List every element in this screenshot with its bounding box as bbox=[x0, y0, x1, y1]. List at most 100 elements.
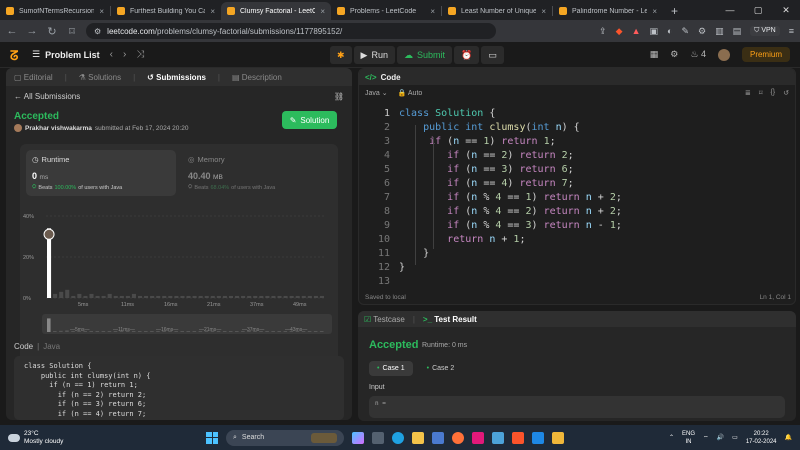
taskbar-search[interactable]: ⌕ Search bbox=[226, 429, 344, 446]
tab-close-icon[interactable]: × bbox=[652, 7, 657, 16]
tab-test-result[interactable]: >_ Test Result bbox=[423, 315, 477, 324]
share-icon[interactable]: ⇪ bbox=[599, 26, 607, 37]
solution-button[interactable]: ✎ Solution bbox=[282, 111, 337, 129]
url-field[interactable]: ⚙ leetcode.com/problems/clumsy-factorial… bbox=[86, 23, 496, 39]
wallet-icon[interactable]: ▤ bbox=[733, 26, 742, 37]
tab-submissions[interactable]: ↺ Submissions bbox=[147, 73, 206, 82]
tab-close-icon[interactable]: × bbox=[541, 7, 546, 16]
code-preview[interactable]: class Solution { public int clumsy(int n… bbox=[14, 356, 344, 420]
new-tab-button[interactable]: + bbox=[663, 4, 686, 20]
maximize-icon[interactable]: ▢ bbox=[744, 5, 772, 16]
streak-counter[interactable]: ♨ 4 bbox=[690, 49, 706, 60]
file-explorer-icon[interactable] bbox=[412, 431, 424, 444]
back-icon[interactable]: ← bbox=[6, 25, 18, 37]
notepad-icon[interactable] bbox=[492, 431, 504, 444]
code-line[interactable]: 2 public int clumsy(int n) { bbox=[359, 121, 795, 135]
layout-icon[interactable]: ▦ bbox=[650, 49, 659, 60]
extension-icon-2[interactable]: ◐ bbox=[667, 26, 672, 36]
tab-close-icon[interactable]: × bbox=[320, 7, 325, 16]
clock[interactable]: 20:22 17-02-2024 bbox=[746, 430, 777, 446]
weather-widget[interactable]: 23°C Mostly cloudy bbox=[8, 430, 63, 446]
tab-description[interactable]: ▤ Description bbox=[232, 73, 282, 82]
leetcode-logo-icon[interactable]: ᘔ bbox=[10, 48, 22, 63]
tab-solutions[interactable]: ⚗ Solutions bbox=[79, 73, 121, 82]
runtime-card[interactable]: ◷ Runtime 0 ms ⛭ Beats 100.00% of users wi… bbox=[26, 150, 176, 196]
store-icon[interactable] bbox=[432, 431, 444, 444]
code-line[interactable]: 4 if (n == 2) return 2; bbox=[359, 149, 795, 163]
minimize-icon[interactable]: — bbox=[716, 5, 744, 15]
tab-close-icon[interactable]: × bbox=[210, 7, 215, 16]
case-1-button[interactable]: • Case 1 bbox=[369, 361, 413, 376]
problem-list-button[interactable]: ☰ Problem List bbox=[32, 49, 100, 60]
run-button[interactable]: ▶ Run bbox=[353, 46, 395, 64]
notes-icon[interactable]: ▭ bbox=[481, 46, 504, 64]
browser-tab[interactable]: SumofNTermsRecursionJava × bbox=[0, 2, 110, 20]
volume-icon[interactable]: 🔊 bbox=[717, 434, 724, 441]
intellij-icon[interactable] bbox=[472, 431, 484, 444]
windows-start-icon[interactable] bbox=[206, 431, 218, 444]
tab-testcase[interactable]: ☑ Testcase bbox=[364, 315, 405, 324]
code-line[interactable]: 11 } bbox=[359, 247, 795, 261]
code-line[interactable]: 5 if (n == 3) return 6; bbox=[359, 163, 795, 177]
case-2-button[interactable]: • Case 2 bbox=[419, 361, 463, 376]
extension-icon-4[interactable]: ⚙ bbox=[698, 26, 706, 37]
browser-tab[interactable]: Clumsy Factorial - LeetCode × bbox=[221, 2, 331, 20]
tab-close-icon[interactable]: × bbox=[99, 7, 104, 16]
wifi-icon[interactable]: ⌔ bbox=[703, 434, 709, 442]
browser-tab[interactable]: Problems - LeetCode × bbox=[331, 2, 441, 20]
code-line[interactable]: 3 if (n == 1) return 1; bbox=[359, 135, 795, 149]
runtime-distribution-chart[interactable]: 40% 20% 0% 5ms 11ms 16ms 21ms 37ms 49ms —5ms— —11m… bbox=[20, 202, 338, 362]
code-line[interactable]: 1 class Solution { bbox=[359, 107, 795, 121]
bookmark-icon[interactable]: ⌑ bbox=[66, 25, 78, 38]
extension-icon-1[interactable]: ▣ bbox=[650, 26, 659, 37]
vpn-button[interactable]: ⛉ VPN bbox=[750, 26, 780, 36]
menu-icon[interactable]: ≡ bbox=[789, 26, 794, 36]
brave-icon[interactable] bbox=[512, 431, 524, 444]
timer-icon[interactable]: ⏰ bbox=[454, 46, 480, 64]
code-line[interactable]: 10 return n + 1; bbox=[359, 233, 795, 247]
folder-icon[interactable] bbox=[552, 431, 564, 444]
next-problem-icon[interactable]: › bbox=[123, 49, 126, 60]
avatar[interactable] bbox=[717, 48, 730, 61]
brave-shield-icon[interactable]: ◆ bbox=[616, 26, 623, 37]
vscode-icon[interactable] bbox=[532, 431, 544, 444]
format-icon[interactable]: ≣ bbox=[745, 89, 751, 97]
battery-icon[interactable]: ▭ bbox=[732, 434, 738, 441]
firefox-icon[interactable] bbox=[452, 431, 464, 444]
forward-icon[interactable]: → bbox=[26, 25, 38, 37]
tray-chevron-icon[interactable]: ⌃ bbox=[669, 434, 674, 441]
extension-icon-3[interactable]: ✎ bbox=[681, 26, 689, 37]
sidebar-icon[interactable]: ▥ bbox=[715, 26, 724, 37]
reset-icon[interactable]: ↺ bbox=[783, 89, 789, 97]
prev-problem-icon[interactable]: ‹ bbox=[110, 49, 113, 60]
code-line[interactable]: 12} bbox=[359, 261, 795, 275]
settings-icon[interactable]: ⚙ bbox=[670, 49, 678, 60]
braces-icon[interactable]: {} bbox=[770, 89, 775, 97]
shuffle-icon[interactable]: ⤨ bbox=[136, 49, 144, 60]
tab-editorial[interactable]: ▢ Editorial bbox=[14, 73, 53, 82]
code-line[interactable]: 7 if (n % 4 == 1) return n + 2; bbox=[359, 191, 795, 205]
site-info-icon[interactable]: ⚙ bbox=[94, 27, 101, 36]
close-window-icon[interactable]: ✕ bbox=[772, 5, 800, 16]
memory-card[interactable]: ◎ Memory 40.40 MB ⛭ Beats 68.04% of users … bbox=[182, 150, 332, 196]
language-select[interactable]: Java ⌄ bbox=[365, 89, 388, 97]
submit-button[interactable]: ☁ Submit bbox=[396, 46, 452, 64]
language-indicator[interactable]: ENG IN bbox=[682, 430, 695, 446]
tab-close-icon[interactable]: × bbox=[430, 7, 435, 16]
browser-tab[interactable]: Furthest Building You Can Reac × bbox=[111, 2, 221, 20]
share-link-icon[interactable]: ⛓ bbox=[334, 92, 344, 101]
code-editor[interactable]: 1 class Solution {2 public int clumsy(int… bbox=[359, 107, 795, 287]
code-line[interactable]: 8 if (n % 4 == 2) return n + 2; bbox=[359, 205, 795, 219]
code-line[interactable]: 6 if (n == 4) return 7; bbox=[359, 177, 795, 191]
notification-icon[interactable]: 🔔 bbox=[785, 434, 792, 441]
edge-icon[interactable] bbox=[392, 431, 404, 444]
auto-mode[interactable]: 🔒 Auto bbox=[398, 89, 423, 97]
browser-tab[interactable]: Palindrome Number - LeetCode × bbox=[553, 2, 663, 20]
code-line[interactable]: 9 if (n % 4 == 3) return n - 1; bbox=[359, 219, 795, 233]
debug-button[interactable]: ✱ bbox=[330, 46, 352, 64]
reload-icon[interactable]: ↻ bbox=[46, 25, 58, 38]
code-line[interactable]: 13 bbox=[359, 275, 795, 289]
browser-tab[interactable]: Least Number of Unique Integ × bbox=[442, 2, 552, 20]
submitter-name[interactable]: Prakhar vishwakarma bbox=[25, 125, 92, 132]
brave-rewards-icon[interactable]: ▲ bbox=[632, 26, 641, 36]
